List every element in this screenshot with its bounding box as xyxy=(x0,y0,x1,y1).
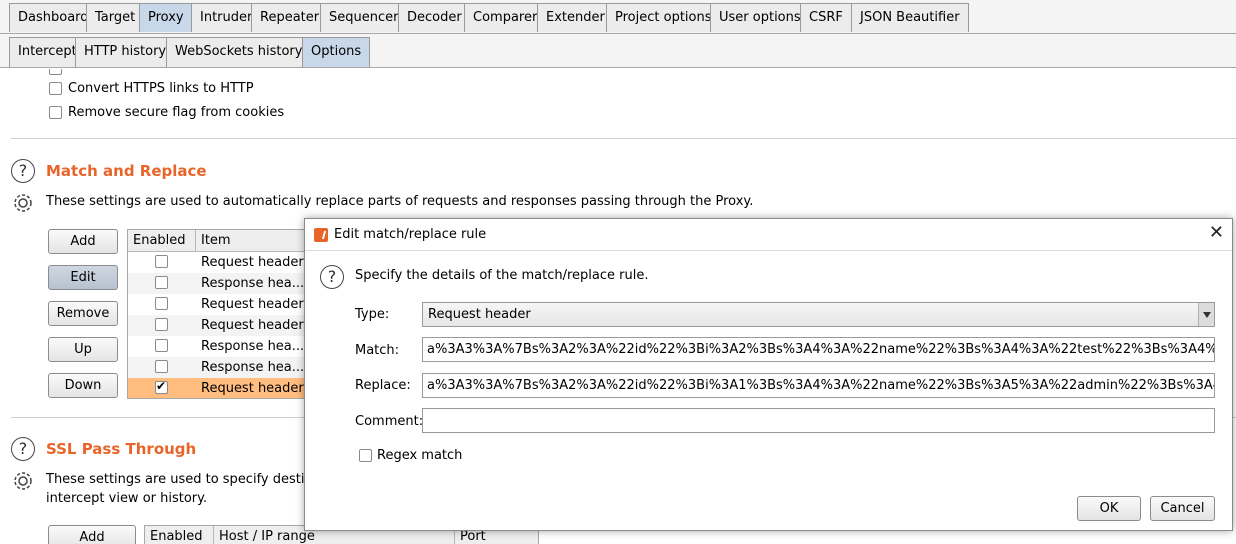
match-replace-table: Enabled Item Request header Response hea… xyxy=(127,229,327,399)
proxy-sub-tab-bar: Intercept HTTP history WebSockets histor… xyxy=(0,34,1236,68)
row-enabled-checkbox[interactable] xyxy=(155,276,168,289)
regex-match-checkbox[interactable] xyxy=(359,449,372,462)
row-item: Request header xyxy=(201,255,304,270)
tab-dashboard[interactable]: Dashboard xyxy=(9,3,98,32)
table-row[interactable]: Request header xyxy=(128,294,326,315)
chevron-down-icon[interactable] xyxy=(1198,303,1214,326)
up-rule-button[interactable]: Up xyxy=(48,337,118,362)
table-row[interactable]: Request header xyxy=(128,315,326,336)
type-select-value: Request header xyxy=(428,307,531,322)
comment-field[interactable] xyxy=(422,408,1215,433)
row-enabled-checkbox[interactable] xyxy=(155,360,168,373)
help-icon[interactable]: ? xyxy=(11,437,35,461)
edit-rule-button[interactable]: Edit xyxy=(48,265,118,290)
tab-decoder[interactable]: Decoder xyxy=(398,3,471,32)
row-enabled-checkbox[interactable] xyxy=(155,379,168,394)
ssl-pass-through-title: SSL Pass Through xyxy=(46,440,197,458)
dialog-prompt: Specify the details of the match/replace… xyxy=(355,268,649,283)
table-row[interactable]: Response hea... xyxy=(128,336,326,357)
help-icon[interactable]: ? xyxy=(11,159,35,183)
gear-icon[interactable] xyxy=(10,468,36,494)
table-row[interactable]: Response hea... xyxy=(128,273,326,294)
remove-secure-checkbox[interactable] xyxy=(49,106,62,119)
dialog-titlebar[interactable]: Edit match/replace rule ✕ xyxy=(305,219,1232,251)
row-enabled-checkbox[interactable] xyxy=(155,339,168,352)
tab-repeater[interactable]: Repeater xyxy=(251,3,329,32)
add-rule-button[interactable]: Add xyxy=(48,229,118,254)
down-rule-button[interactable]: Down xyxy=(48,373,118,398)
row-enabled-checkbox[interactable] xyxy=(155,318,168,331)
tab-websockets-history[interactable]: WebSockets history xyxy=(166,37,312,67)
row-item: Response hea... xyxy=(201,360,305,375)
comment-label: Comment: xyxy=(355,414,424,429)
match-replace-description: These settings are used to automatically… xyxy=(46,194,754,209)
tab-json-beautifier[interactable]: JSON Beautifier xyxy=(851,3,969,32)
ssl-description-line2: intercept view or history. xyxy=(46,491,208,506)
ok-button[interactable]: OK xyxy=(1077,496,1141,521)
table-row[interactable]: Response hea... xyxy=(128,357,326,378)
edit-rule-dialog: Edit match/replace rule ✕ ? Specify the … xyxy=(304,218,1233,531)
row-enabled-checkbox[interactable] xyxy=(155,255,168,268)
tab-project-options[interactable]: Project options xyxy=(606,3,721,32)
row-enabled-checkbox[interactable] xyxy=(155,297,168,310)
gear-icon[interactable] xyxy=(10,190,36,216)
type-label: Type: xyxy=(355,307,390,322)
burp-logo-icon xyxy=(314,228,328,242)
type-select[interactable]: Request header xyxy=(422,302,1215,327)
tab-options[interactable]: Options xyxy=(302,37,371,67)
tab-http-history[interactable]: HTTP history xyxy=(75,37,176,67)
tab-target[interactable]: Target xyxy=(86,3,145,32)
row-item: Request header xyxy=(201,318,304,333)
divider xyxy=(11,138,1236,139)
remove-secure-label: Remove secure flag from cookies xyxy=(68,105,285,120)
tab-comparer[interactable]: Comparer xyxy=(464,3,547,32)
ssl-add-button[interactable]: Add xyxy=(48,525,136,544)
host-column-header[interactable]: Host / IP range xyxy=(219,529,315,544)
replace-field[interactable]: a%3A3%3A%7Bs%3A2%3A%22id%22%3Bi%3A1%3Bs%… xyxy=(422,373,1215,398)
convert-https-checkbox[interactable] xyxy=(49,82,62,95)
help-icon[interactable]: ? xyxy=(320,265,344,289)
enabled-column-header[interactable]: Enabled xyxy=(133,233,186,248)
main-tab-bar: Dashboard Target Proxy Intruder Repeater… xyxy=(0,0,1236,34)
cancel-button[interactable]: Cancel xyxy=(1150,496,1215,521)
dialog-title: Edit match/replace rule xyxy=(334,227,487,242)
tab-csrf[interactable]: CSRF xyxy=(800,3,852,32)
match-label: Match: xyxy=(355,343,400,358)
enabled-column-header[interactable]: Enabled xyxy=(150,529,203,544)
table-header: Enabled Item xyxy=(128,230,326,252)
row-item: Request header xyxy=(201,381,304,396)
tab-user-options[interactable]: User options xyxy=(710,3,810,32)
convert-https-label: Convert HTTPS links to HTTP xyxy=(68,81,254,96)
table-row[interactable]: Request header xyxy=(128,252,326,273)
hidden-option-checkbox[interactable] xyxy=(49,69,62,75)
replace-label: Replace: xyxy=(355,378,411,393)
row-item: Response hea... xyxy=(201,276,305,291)
match-field[interactable]: a%3A3%3A%7Bs%3A2%3A%22id%22%3Bi%3A2%3Bs%… xyxy=(422,337,1215,362)
row-item: Response hea... xyxy=(201,339,305,354)
remove-rule-button[interactable]: Remove xyxy=(48,301,118,326)
table-row-selected[interactable]: Request header xyxy=(128,378,326,398)
match-replace-title: Match and Replace xyxy=(46,162,207,180)
close-icon[interactable]: ✕ xyxy=(1209,223,1224,243)
row-item: Request header xyxy=(201,297,304,312)
port-column-header[interactable]: Port xyxy=(460,529,486,544)
tab-sequencer[interactable]: Sequencer xyxy=(320,3,408,32)
ssl-description: These settings are used to specify desti… xyxy=(46,472,338,487)
tab-extender[interactable]: Extender xyxy=(537,3,614,32)
item-column-header[interactable]: Item xyxy=(201,233,231,248)
tab-proxy[interactable]: Proxy xyxy=(139,3,193,32)
regex-match-label: Regex match xyxy=(377,448,463,463)
